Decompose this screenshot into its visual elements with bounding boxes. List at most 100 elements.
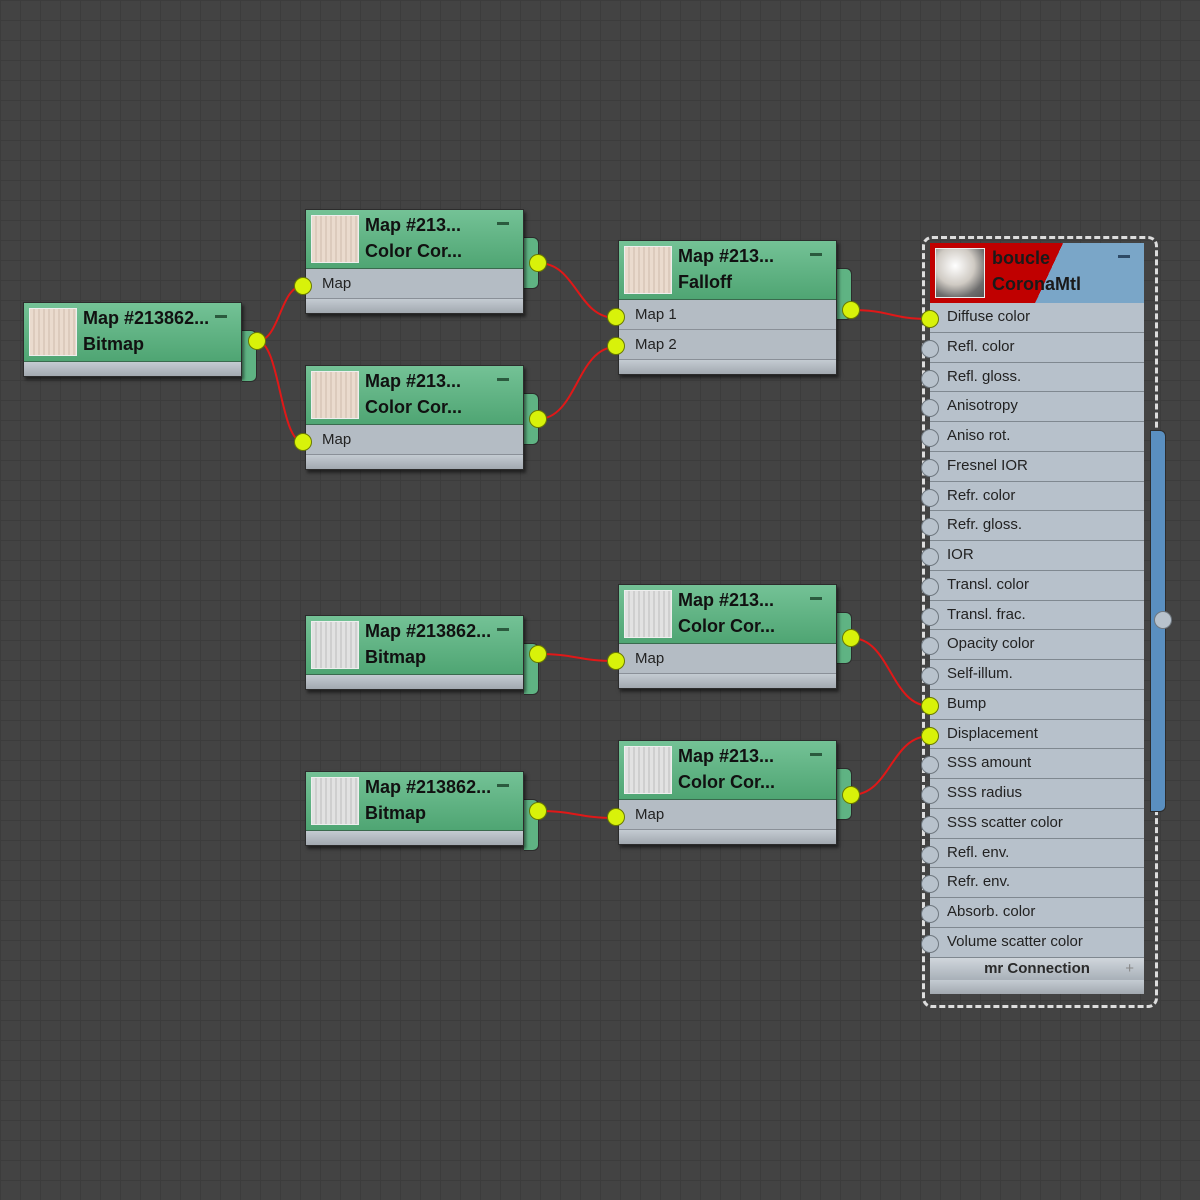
material-slot[interactable]: Fresnel IOR xyxy=(930,452,1144,482)
output-port[interactable] xyxy=(529,802,547,820)
material-slot[interactable]: Refr. gloss. xyxy=(930,511,1144,541)
connection-wire[interactable] xyxy=(537,810,617,819)
connection-wire[interactable] xyxy=(256,340,304,443)
minimize-icon[interactable] xyxy=(1118,255,1130,258)
material-slot[interactable]: Self-illum. xyxy=(930,660,1144,690)
connection-wire[interactable] xyxy=(256,285,304,342)
minimize-icon[interactable] xyxy=(810,753,822,756)
material-header[interactable]: boucle CoronaMtl xyxy=(930,243,1144,303)
node-header[interactable]: Map #213... Color Cor... xyxy=(306,366,523,425)
connection-wire[interactable] xyxy=(537,262,617,319)
map-node-colorcor[interactable]: Map #213... Color Cor... Map xyxy=(618,584,837,689)
slot-input-port[interactable] xyxy=(921,429,939,448)
texture-thumbnail xyxy=(624,746,672,794)
output-port[interactable] xyxy=(842,629,860,647)
material-slot[interactable]: Transl. color xyxy=(930,571,1144,601)
node-header[interactable]: Map #213862... Bitmap xyxy=(306,772,523,831)
node-header[interactable]: Map #213862... Bitmap xyxy=(24,303,241,362)
map-node-falloff[interactable]: Map #213... Falloff Map 1 Map 2 xyxy=(618,240,837,375)
material-slot[interactable]: Displacement xyxy=(930,720,1144,750)
material-slot[interactable]: Absorb. color xyxy=(930,898,1144,928)
connection-wire[interactable] xyxy=(850,637,931,707)
input-port[interactable] xyxy=(294,277,312,295)
minimize-icon[interactable] xyxy=(497,378,509,381)
map-node-colorcor[interactable]: Map #213... Color Cor... Map xyxy=(305,209,524,314)
material-slot[interactable]: IOR xyxy=(930,541,1144,571)
map-node-bitmap[interactable]: Map #213862... Bitmap xyxy=(305,615,524,690)
connection-wire[interactable] xyxy=(850,309,931,320)
slot-input-port[interactable] xyxy=(921,934,939,953)
material-slot[interactable]: Refl. gloss. xyxy=(930,363,1144,393)
input-slot[interactable]: Map xyxy=(619,800,836,830)
slot-input-port[interactable] xyxy=(921,726,939,745)
material-slot[interactable]: Opacity color xyxy=(930,630,1144,660)
map-node-colorcor[interactable]: Map #213... Color Cor... Map xyxy=(305,365,524,470)
input-slot[interactable]: Map 1 xyxy=(619,300,836,330)
slot-input-port[interactable] xyxy=(921,310,939,328)
material-slot[interactable]: Diffuse color xyxy=(930,303,1144,333)
minimize-icon[interactable] xyxy=(497,628,509,631)
input-slot[interactable]: Map xyxy=(619,644,836,674)
slot-input-port[interactable] xyxy=(921,488,939,507)
minimize-icon[interactable] xyxy=(215,315,227,318)
output-port[interactable] xyxy=(842,786,860,804)
node-header[interactable]: Map #213862... Bitmap xyxy=(306,616,523,675)
slot-input-port[interactable] xyxy=(921,667,939,686)
output-port[interactable] xyxy=(529,410,547,428)
input-slot[interactable]: Map xyxy=(306,425,523,455)
minimize-icon[interactable] xyxy=(497,784,509,787)
material-slot[interactable]: Aniso rot. xyxy=(930,422,1144,452)
connection-wire[interactable] xyxy=(537,346,617,420)
slot-input-port[interactable] xyxy=(921,458,939,477)
input-port[interactable] xyxy=(607,652,625,670)
map-node-bitmap[interactable]: Map #213862... Bitmap xyxy=(305,771,524,846)
map-node-bitmap[interactable]: Map #213862... Bitmap xyxy=(23,302,242,377)
slot-input-port[interactable] xyxy=(921,577,939,596)
node-header[interactable]: Map #213... Color Cor... xyxy=(306,210,523,269)
output-port[interactable] xyxy=(842,301,860,319)
input-slot[interactable]: Map xyxy=(306,269,523,299)
node-header[interactable]: Map #213... Falloff xyxy=(619,241,836,300)
connection-wire[interactable] xyxy=(537,653,617,662)
output-port[interactable] xyxy=(248,332,266,350)
material-slot[interactable]: SSS radius xyxy=(930,779,1144,809)
slot-label: Absorb. color xyxy=(947,903,1036,920)
slot-label: Map xyxy=(635,650,665,667)
map-node-colorcor[interactable]: Map #213... Color Cor... Map xyxy=(618,740,837,845)
material-slot[interactable]: SSS scatter color xyxy=(930,809,1144,839)
input-port[interactable] xyxy=(294,433,312,451)
material-slot[interactable]: Refl. color xyxy=(930,333,1144,363)
output-port[interactable] xyxy=(529,645,547,663)
node-header[interactable]: Map #213... Color Cor... xyxy=(619,741,836,800)
material-slot[interactable]: Volume scatter color xyxy=(930,928,1144,958)
minimize-icon[interactable] xyxy=(497,222,509,225)
slot-input-port[interactable] xyxy=(921,845,939,864)
material-slot[interactable]: Refl. env. xyxy=(930,839,1144,869)
material-slot[interactable]: SSS amount xyxy=(930,749,1144,779)
side-port[interactable] xyxy=(1154,611,1172,629)
mr-connection-rollout[interactable]: mr Connection + xyxy=(930,957,1144,980)
minimize-icon[interactable] xyxy=(810,597,822,600)
slot-input-port[interactable] xyxy=(921,339,939,358)
slot-input-port[interactable] xyxy=(921,369,939,388)
material-slot[interactable]: Refr. env. xyxy=(930,868,1144,898)
material-slot[interactable]: Transl. frac. xyxy=(930,601,1144,631)
slot-input-port[interactable] xyxy=(921,815,939,834)
output-port[interactable] xyxy=(529,254,547,272)
material-slot[interactable]: Anisotropy xyxy=(930,392,1144,422)
input-port[interactable] xyxy=(607,308,625,326)
slot-input-port[interactable] xyxy=(921,548,939,567)
material-slot[interactable]: Bump xyxy=(930,690,1144,720)
slot-input-port[interactable] xyxy=(921,696,939,715)
node-header[interactable]: Map #213... Color Cor... xyxy=(619,585,836,644)
slot-input-port[interactable] xyxy=(921,607,939,626)
material-node-corona[interactable]: boucle CoronaMtl Diffuse color Refl. colo… xyxy=(930,243,1144,994)
connection-wire[interactable] xyxy=(850,735,931,796)
minimize-icon[interactable] xyxy=(810,253,822,256)
material-slot[interactable]: Refr. color xyxy=(930,482,1144,512)
input-port[interactable] xyxy=(607,337,625,355)
input-slot[interactable]: Map 2 xyxy=(619,330,836,360)
node-type: Bitmap xyxy=(83,334,145,354)
plus-icon[interactable]: + xyxy=(1125,958,1134,980)
input-port[interactable] xyxy=(607,808,625,826)
